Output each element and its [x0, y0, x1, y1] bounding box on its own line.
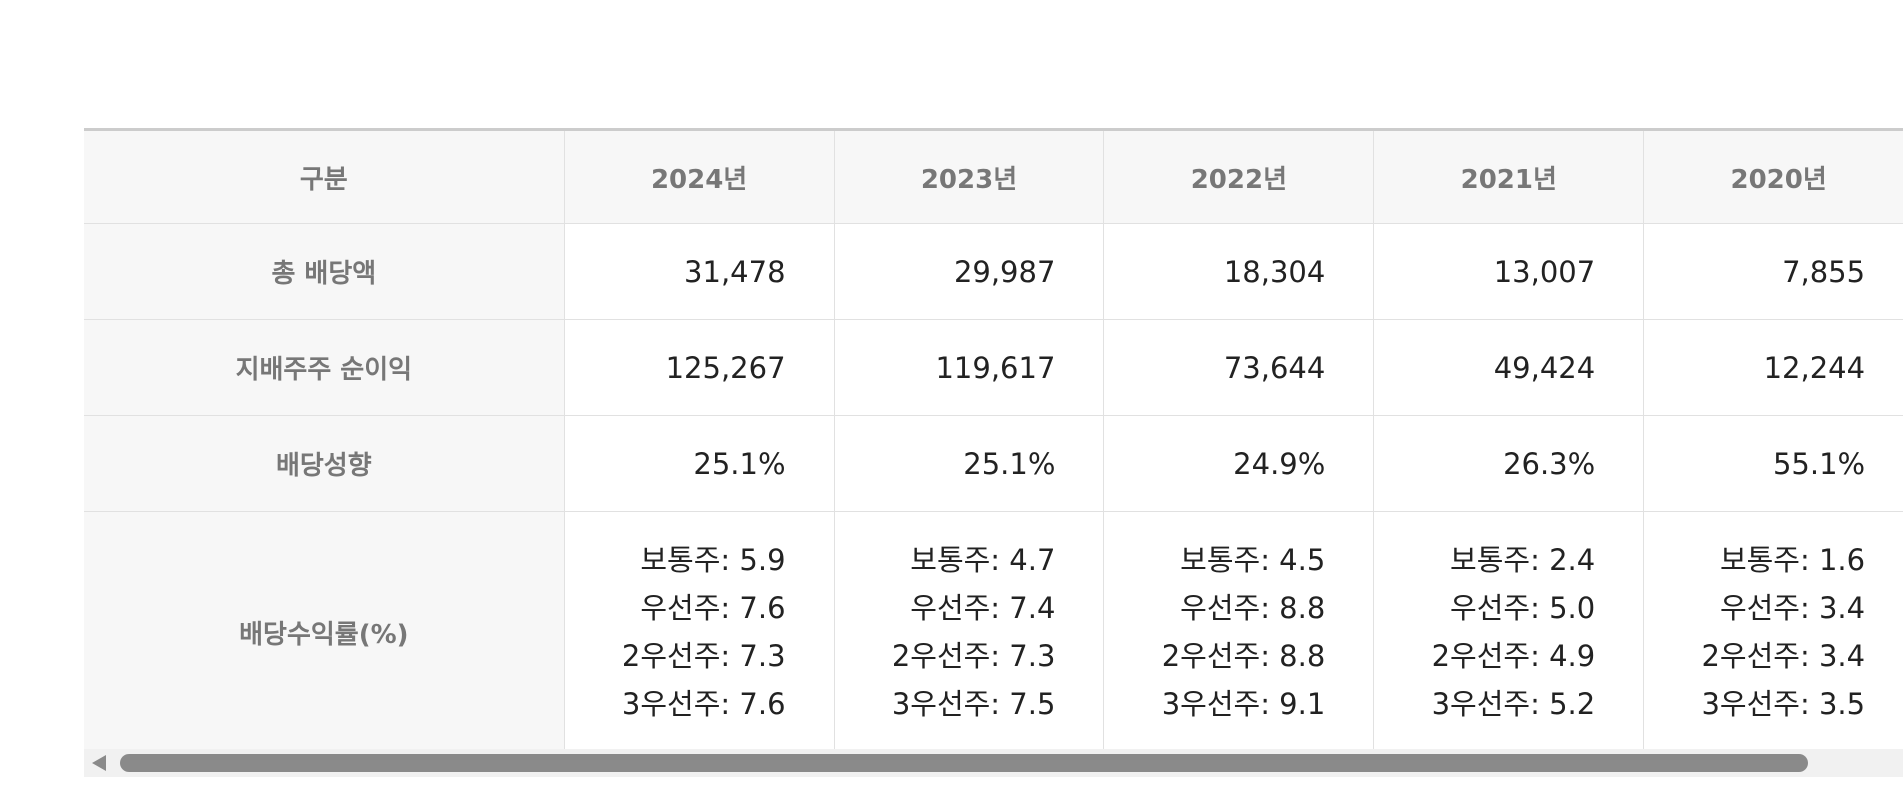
table-cell: 31,478: [564, 223, 835, 320]
yield-line: 보통주: 1.6: [1719, 543, 1866, 577]
table-cell: 13,007: [1373, 223, 1645, 320]
row-label: 배당수익률(%): [84, 511, 565, 753]
table-scroll-container[interactable]: 구분 2024년 2023년 2022년 2021년 2020년 총 배당액 3…: [84, 128, 1903, 782]
yield-line: 3우선주: 9.1: [1161, 687, 1326, 721]
table-row: 총 배당액 31,478 29,987 18,304 13,007 7,855: [84, 223, 1903, 320]
table-cell: 29,987: [834, 223, 1105, 320]
table-header-row: 구분 2024년 2023년 2022년 2021년 2020년: [84, 129, 1903, 224]
yield-line: 보통주: 2.4: [1450, 543, 1596, 577]
table-cell: 26.3%: [1373, 415, 1645, 512]
table-row: 배당수익률(%) 보통주: 5.9 우선주: 7.6 2우선주: 7.3 3우선…: [84, 511, 1903, 753]
yield-line: 보통주: 4.5: [1180, 543, 1326, 577]
yield-line: 우선주: 8.8: [1180, 591, 1326, 625]
yield-cell: 보통주: 1.6 우선주: 3.4 2우선주: 3.4 3우선주: 3.5: [1643, 511, 1903, 753]
table-row: 지배주주 순이익 125,267 119,617 73,644 49,424 1…: [84, 319, 1903, 416]
table-cell: 55.1%: [1643, 415, 1903, 512]
yield-line: 3우선주: 5.2: [1431, 687, 1596, 721]
yield-cell: 보통주: 2.4 우선주: 5.0 2우선주: 4.9 3우선주: 5.2: [1373, 511, 1645, 753]
yield-line: 보통주: 5.9: [640, 543, 786, 577]
yield-line: 3우선주: 7.5: [891, 687, 1056, 721]
table-cell: 25.1%: [834, 415, 1105, 512]
yield-line: 2우선주: 7.3: [891, 639, 1056, 673]
yield-line: 2우선주: 4.9: [1431, 639, 1596, 673]
yield-cell: 보통주: 4.5 우선주: 8.8 2우선주: 8.8 3우선주: 9.1: [1103, 511, 1375, 753]
yield-cell: 보통주: 5.9 우선주: 7.6 2우선주: 7.3 3우선주: 7.6: [564, 511, 835, 753]
dividend-table: 구분 2024년 2023년 2022년 2021년 2020년 총 배당액 3…: [84, 128, 1903, 753]
table-cell: 25.1%: [564, 415, 835, 512]
row-label: 지배주주 순이익: [84, 319, 565, 416]
triangle-left-icon[interactable]: [92, 755, 106, 771]
yield-line: 3우선주: 7.6: [621, 687, 786, 721]
yield-line: 2우선주: 3.4: [1701, 639, 1866, 673]
yield-cell: 보통주: 4.7 우선주: 7.4 2우선주: 7.3 3우선주: 7.5: [834, 511, 1105, 753]
table-cell: 73,644: [1103, 319, 1375, 416]
row-label: 총 배당액: [84, 223, 565, 320]
table-cell: 12,244: [1643, 319, 1903, 416]
header-year: 2020년: [1643, 129, 1903, 224]
table-cell: 24.9%: [1103, 415, 1375, 512]
table-cell: 119,617: [834, 319, 1105, 416]
yield-line: 보통주: 4.7: [910, 543, 1056, 577]
header-year: 2022년: [1103, 129, 1375, 224]
table-cell: 125,267: [564, 319, 835, 416]
table-cell: 7,855: [1643, 223, 1903, 320]
yield-line: 2우선주: 7.3: [621, 639, 786, 673]
table-row: 배당성향 25.1% 25.1% 24.9% 26.3% 55.1%: [84, 415, 1903, 512]
yield-line: 2우선주: 8.8: [1161, 639, 1326, 673]
header-year: 2024년: [564, 129, 835, 224]
table-cell: 49,424: [1373, 319, 1645, 416]
header-year: 2021년: [1373, 129, 1645, 224]
scrollbar-thumb[interactable]: [120, 754, 1808, 772]
horizontal-scrollbar[interactable]: [84, 749, 1903, 777]
header-year: 2023년: [834, 129, 1105, 224]
yield-line: 우선주: 3.4: [1719, 591, 1866, 625]
yield-line: 우선주: 7.6: [640, 591, 786, 625]
yield-line: 3우선주: 3.5: [1701, 687, 1866, 721]
table-cell: 18,304: [1103, 223, 1375, 320]
row-label: 배당성향: [84, 415, 565, 512]
yield-line: 우선주: 7.4: [910, 591, 1056, 625]
header-label: 구분: [84, 129, 565, 224]
yield-line: 우선주: 5.0: [1450, 591, 1596, 625]
